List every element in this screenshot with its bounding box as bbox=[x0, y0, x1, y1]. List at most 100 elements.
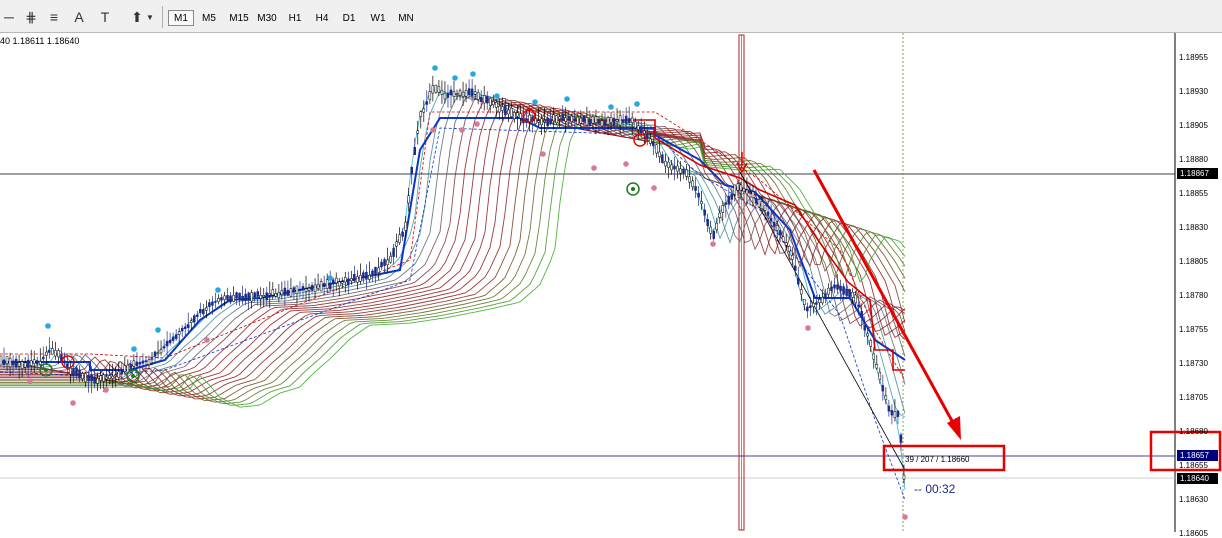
signal-down-dot bbox=[710, 241, 716, 247]
candle-body bbox=[141, 360, 145, 364]
horizontal-line-tool-icon[interactable]: ─ bbox=[0, 7, 18, 27]
candle-body bbox=[356, 276, 359, 283]
trend-arrow-line bbox=[812, 169, 959, 431]
candle-body bbox=[42, 356, 45, 360]
candle-body bbox=[712, 230, 715, 239]
bid-price-box: 1.18657 bbox=[1177, 450, 1218, 461]
candle-body bbox=[652, 141, 655, 147]
candle-body bbox=[745, 189, 749, 195]
candle-body bbox=[564, 117, 567, 122]
candle-body bbox=[721, 205, 725, 213]
signal-up-dot bbox=[432, 65, 438, 71]
candle-body bbox=[69, 368, 72, 375]
candle-body bbox=[766, 211, 770, 216]
signal-down-dot bbox=[103, 387, 109, 393]
candle-body bbox=[618, 115, 622, 126]
candle-body bbox=[772, 221, 776, 227]
candle-body bbox=[821, 296, 824, 304]
candle-body bbox=[603, 120, 607, 127]
text-tool-icon[interactable]: A bbox=[70, 7, 88, 27]
candle-body bbox=[534, 118, 537, 125]
candle-body bbox=[513, 112, 516, 120]
price-chart[interactable] bbox=[0, 33, 1222, 532]
candle-body bbox=[165, 340, 169, 347]
candle-body bbox=[208, 302, 211, 307]
candle-body bbox=[510, 108, 513, 117]
chart-toolbar: ─ ⋕ ≡ A T ⬆ ▼ M1 M5 M15 M30 H1 H4 D1 W1 MN bbox=[0, 0, 1222, 33]
timeframe-m5-button[interactable]: M5 bbox=[196, 10, 222, 26]
candle-body bbox=[54, 350, 57, 357]
candle-body bbox=[150, 358, 154, 360]
band-lower bbox=[0, 127, 906, 501]
text-label-tool-icon[interactable]: T bbox=[96, 7, 114, 27]
candle-body bbox=[570, 115, 574, 122]
candle-body bbox=[419, 111, 423, 117]
candle-body bbox=[851, 291, 854, 298]
candle-body bbox=[863, 325, 866, 331]
candle-body bbox=[162, 346, 166, 349]
arrows-tool-icon[interactable]: ⬆ bbox=[128, 7, 146, 27]
candle-body bbox=[573, 118, 577, 122]
ask-price-box: 1.18640 bbox=[1177, 473, 1218, 484]
candle-body bbox=[473, 91, 477, 95]
signal-up-dot bbox=[452, 75, 458, 81]
candle-body bbox=[316, 283, 320, 289]
fibonacci-tool-icon[interactable]: ≡ bbox=[45, 7, 63, 27]
candle-body bbox=[93, 377, 96, 384]
signal-down-dot bbox=[430, 127, 436, 133]
timeframe-m30-button[interactable]: M30 bbox=[254, 10, 280, 26]
ribbon-line bbox=[0, 107, 906, 400]
timeframe-mn-button[interactable]: MN bbox=[395, 10, 417, 26]
signal-down-dot bbox=[623, 161, 629, 167]
timeframe-m15-button[interactable]: M15 bbox=[226, 10, 252, 26]
candle-body bbox=[899, 434, 903, 443]
candle-body bbox=[129, 363, 133, 369]
candle-body bbox=[90, 375, 93, 382]
candle-body bbox=[271, 289, 275, 296]
candle-body bbox=[658, 151, 661, 158]
timeframe-h4-button[interactable]: H4 bbox=[311, 10, 333, 26]
candle-body bbox=[220, 297, 223, 301]
candle-body bbox=[268, 293, 272, 296]
candle-body bbox=[615, 119, 619, 122]
candle-body bbox=[57, 350, 60, 358]
candle-body bbox=[398, 234, 401, 243]
symbol-info: 40 1.18611 1.18640 bbox=[0, 36, 80, 46]
timeframe-w1-button[interactable]: W1 bbox=[367, 10, 389, 26]
candle-body bbox=[144, 360, 148, 363]
candle-body bbox=[751, 191, 755, 198]
candle-body bbox=[630, 117, 634, 123]
candle-body bbox=[576, 116, 580, 125]
candle-body bbox=[896, 410, 900, 417]
timeframe-d1-button[interactable]: D1 bbox=[338, 10, 360, 26]
candle-body bbox=[383, 259, 386, 266]
candle-body bbox=[830, 286, 833, 291]
candle-body bbox=[857, 304, 860, 307]
candle-body bbox=[371, 270, 374, 275]
candle-body bbox=[277, 292, 281, 299]
candle-body bbox=[884, 395, 888, 401]
candle-body bbox=[706, 219, 709, 227]
candle-body bbox=[676, 165, 679, 172]
candle-body bbox=[81, 373, 84, 379]
candle-body bbox=[404, 221, 407, 231]
candle-body bbox=[232, 294, 235, 302]
candle-body bbox=[700, 201, 703, 205]
candle-body bbox=[217, 298, 220, 302]
timeframe-m1-button[interactable]: M1 bbox=[168, 10, 194, 26]
candle-body bbox=[45, 351, 48, 356]
candle-body bbox=[633, 121, 637, 129]
candle-body bbox=[108, 375, 111, 379]
candle-body bbox=[244, 293, 247, 301]
candle-body bbox=[703, 209, 706, 216]
candle-body bbox=[395, 241, 398, 247]
candle-body bbox=[350, 278, 353, 282]
equidistant-channel-tool-icon[interactable]: ⋕ bbox=[22, 7, 40, 27]
chevron-down-icon[interactable]: ▼ bbox=[146, 7, 154, 27]
candle-body bbox=[730, 194, 734, 200]
signal-down-dot bbox=[459, 127, 465, 133]
candle-body bbox=[63, 360, 66, 364]
timeframe-h1-button[interactable]: H1 bbox=[284, 10, 306, 26]
ribbon-line bbox=[0, 110, 906, 403]
signal-down-dot bbox=[70, 400, 76, 406]
